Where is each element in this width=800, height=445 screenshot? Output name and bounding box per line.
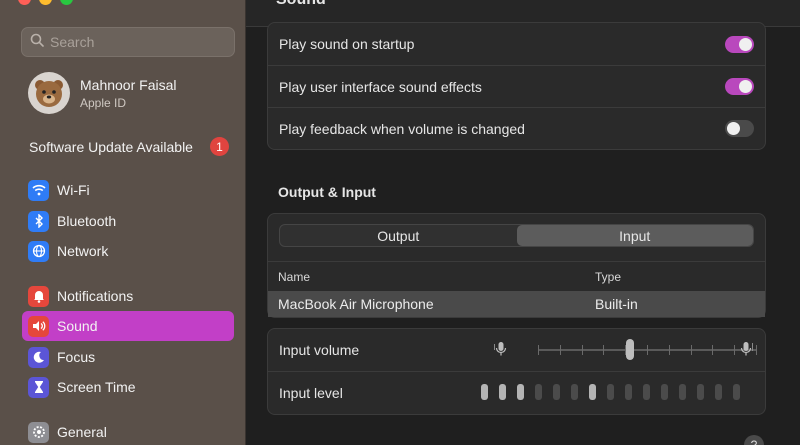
level-bar [535, 384, 542, 400]
volume-feedback-row: Play feedback when volume is changed [268, 107, 765, 149]
sound-effects-group: Play sound on startup Play user interfac… [267, 22, 766, 150]
sidebar-item-wifi[interactable]: Wi-Fi [22, 175, 234, 205]
tab-output[interactable]: Output [280, 225, 517, 246]
sidebar-item-screen-time[interactable]: Screen Time [22, 372, 234, 402]
sidebar-item-label: Notifications [57, 288, 134, 304]
search-input[interactable] [50, 34, 220, 50]
sidebar-item-network[interactable]: Network [22, 236, 234, 266]
device-table-header: Name Type [268, 261, 765, 291]
sidebar: Mahnoor Faisal Apple ID Software Update … [0, 0, 246, 445]
row-label: Play user interface sound effects [279, 78, 482, 95]
slider-tick [603, 345, 604, 355]
input-levels-group: Input volume Input level [267, 328, 766, 415]
level-bar [589, 384, 596, 400]
level-bar [499, 384, 506, 400]
sidebar-item-label: Network [57, 243, 109, 259]
level-bar [715, 384, 722, 400]
globe-icon [28, 240, 49, 262]
slider-tick [712, 345, 713, 355]
input-level-row: Input level [268, 371, 765, 413]
volume-feedback-toggle[interactable] [725, 120, 754, 137]
avatar [28, 72, 70, 114]
sidebar-item-label: Wi-Fi [57, 182, 90, 198]
device-name: MacBook Air Microphone [278, 296, 434, 312]
sidebar-item-label: General [57, 424, 107, 440]
slider-tick [756, 345, 757, 355]
sidebar-item-general[interactable]: General [22, 417, 234, 445]
level-bar [733, 384, 740, 400]
sidebar-item-label: Bluetooth [57, 213, 117, 229]
input-volume-row: Input volume [268, 329, 765, 371]
level-bar [697, 384, 704, 400]
ui-sound-effects-row: Play user interface sound effects [268, 65, 765, 107]
close-button[interactable] [18, 0, 31, 5]
main-pane: Sound Play sound on startup Play user in… [246, 0, 800, 445]
slider-tick [734, 345, 735, 355]
device-type: Built-in [595, 296, 638, 312]
update-count-badge: 1 [210, 137, 229, 156]
table-row[interactable]: MacBook Air Microphone Built-in [268, 291, 765, 317]
help-button[interactable]: ? [744, 435, 764, 445]
software-update-item[interactable]: Software Update Available 1 [29, 137, 229, 156]
minimize-button[interactable] [39, 0, 52, 5]
row-label: Input level [279, 384, 343, 401]
level-bar [679, 384, 686, 400]
search-icon [30, 33, 44, 52]
software-update-label: Software Update Available [29, 138, 193, 155]
level-bar [571, 384, 578, 400]
section-title: Output & Input [278, 184, 376, 200]
row-label: Input volume [279, 342, 360, 358]
hourglass-icon [28, 376, 49, 398]
sidebar-item-label: Screen Time [57, 379, 136, 395]
gear-icon [28, 421, 49, 443]
moon-icon [28, 346, 49, 368]
apple-id-profile[interactable]: Mahnoor Faisal Apple ID [28, 72, 177, 114]
sidebar-item-label: Sound [57, 318, 98, 334]
slider-thumb[interactable] [626, 339, 634, 360]
sidebar-item-focus[interactable]: Focus [22, 342, 234, 372]
search-box[interactable] [21, 27, 235, 57]
slider-tick [538, 345, 539, 355]
input-level-meter [481, 384, 740, 400]
startup-sound-toggle[interactable] [725, 35, 754, 53]
zoom-button[interactable] [60, 0, 73, 5]
slider-tick [582, 345, 583, 355]
bluetooth-icon [28, 210, 49, 232]
slider-tick [560, 345, 561, 355]
bear-icon [35, 80, 63, 107]
slider-tick [647, 345, 648, 355]
input-volume-slider[interactable] [538, 345, 757, 355]
startup-sound-row: Play sound on startup [268, 23, 765, 65]
output-input-segmented-control: Output Input [279, 224, 754, 247]
sidebar-item-sound[interactable]: Sound [22, 311, 234, 341]
profile-subtitle: Apple ID [80, 95, 127, 110]
bell-icon [28, 285, 49, 307]
sidebar-item-notifications[interactable]: Notifications [22, 281, 234, 311]
level-bar [625, 384, 632, 400]
slider-tick [691, 345, 692, 355]
column-header-name[interactable]: Name [268, 270, 584, 284]
output-input-group: Output Input Name Type MacBook Air Micro… [267, 213, 766, 318]
level-bar [517, 384, 524, 400]
speaker-icon [28, 315, 49, 337]
slider-tick [669, 345, 670, 355]
level-bar [607, 384, 614, 400]
page-title: Sound [276, 0, 326, 9]
window-controls [18, 0, 73, 5]
level-bar [643, 384, 650, 400]
wifi-icon [28, 179, 49, 201]
level-bar [481, 384, 488, 400]
sidebar-item-bluetooth[interactable]: Bluetooth [22, 206, 234, 236]
mic-high-icon [740, 341, 754, 360]
tab-input[interactable]: Input [516, 225, 753, 246]
column-header-type[interactable]: Type [584, 270, 621, 284]
level-bar [661, 384, 668, 400]
ui-sound-effects-toggle[interactable] [725, 78, 754, 95]
level-bar [553, 384, 560, 400]
mic-low-icon [494, 341, 508, 360]
sidebar-item-label: Focus [57, 349, 96, 365]
row-label: Play sound on startup [279, 36, 415, 52]
row-label: Play feedback when volume is changed [279, 120, 525, 137]
profile-name: Mahnoor Faisal [80, 76, 177, 93]
